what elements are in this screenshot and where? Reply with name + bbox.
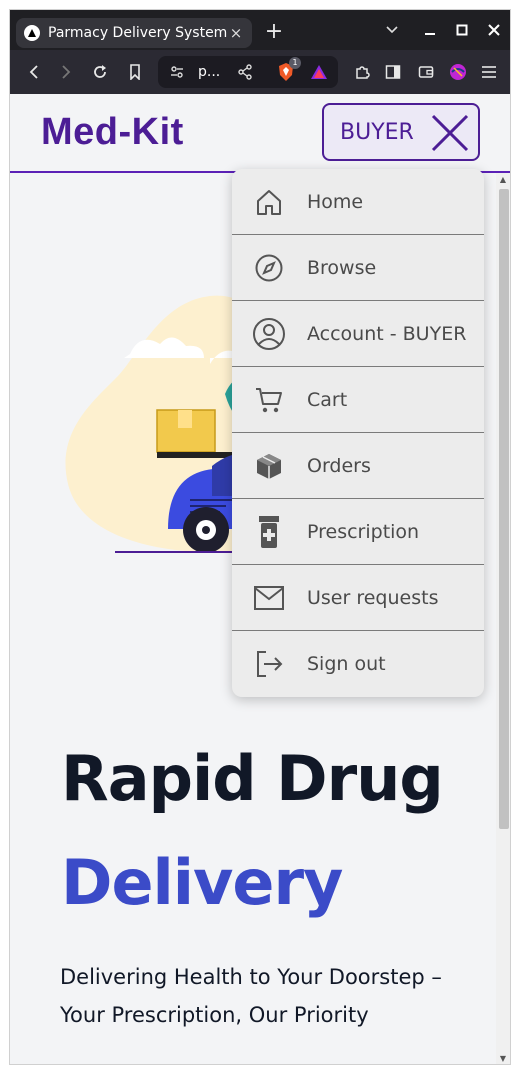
- nav-dropdown-menu: Home Browse Account - BUYER Cart Orders …: [232, 169, 484, 697]
- menu-item-prescription[interactable]: Prescription: [232, 499, 484, 565]
- package-icon: [252, 449, 286, 483]
- scroll-thumb[interactable]: [499, 189, 509, 829]
- menu-item-orders[interactable]: Orders: [232, 433, 484, 499]
- wallet-icon[interactable]: [415, 61, 437, 83]
- scroll-down-arrow-icon[interactable]: ▼: [499, 1054, 507, 1063]
- url-text: p...: [198, 64, 221, 80]
- hamburger-menu-icon[interactable]: [478, 61, 500, 83]
- role-menu-button[interactable]: BUYER: [322, 103, 480, 161]
- close-window-icon[interactable]: [484, 20, 504, 40]
- browser-toolbar: p... 1: [10, 50, 510, 94]
- tab-bar: Parmacy Delivery System × +: [10, 10, 510, 50]
- share-icon[interactable]: [234, 61, 256, 83]
- menu-label-home: Home: [307, 190, 364, 213]
- menu-label-orders: Orders: [307, 454, 371, 477]
- hero-title-line1: Rapid Drug: [61, 742, 444, 815]
- brave-shields-icon[interactable]: 1: [275, 57, 301, 83]
- menu-item-sign-out[interactable]: Sign out: [232, 631, 484, 697]
- close-menu-icon[interactable]: [430, 113, 470, 153]
- page-scrollbar[interactable]: ▲ ▼: [496, 173, 510, 1064]
- reload-icon[interactable]: [89, 61, 111, 83]
- url-bar[interactable]: p... 1: [158, 56, 338, 88]
- scroll-up-arrow-icon[interactable]: ▲: [499, 175, 507, 184]
- site-settings-icon[interactable]: [166, 61, 188, 83]
- account-circle-icon: [252, 317, 286, 351]
- home-icon: [252, 185, 286, 219]
- menu-item-user-requests[interactable]: User requests: [232, 565, 484, 631]
- menu-label-prescription: Prescription: [307, 520, 420, 543]
- browser-tab[interactable]: Parmacy Delivery System ×: [16, 18, 252, 48]
- role-label: BUYER: [340, 119, 414, 145]
- cart-icon: [252, 383, 286, 417]
- menu-item-browse[interactable]: Browse: [232, 235, 484, 301]
- tab-title: Parmacy Delivery System: [48, 25, 228, 41]
- menu-label-sign-out: Sign out: [307, 653, 386, 675]
- menu-item-home[interactable]: Home: [232, 169, 484, 235]
- profile-avatar-icon[interactable]: [447, 61, 469, 83]
- sign-out-icon: [252, 647, 286, 681]
- medicine-bottle-icon: [252, 515, 286, 549]
- brave-triangle-icon: [24, 25, 40, 41]
- tab-close-icon[interactable]: ×: [228, 24, 244, 42]
- tab-list-chevron-icon[interactable]: [382, 20, 402, 40]
- menu-item-cart[interactable]: Cart: [232, 367, 484, 433]
- menu-label-user-requests: User requests: [307, 586, 439, 609]
- compass-icon: [252, 251, 286, 285]
- hero-title-line2: Delivery: [61, 846, 343, 919]
- brave-rewards-icon[interactable]: [308, 61, 330, 83]
- hero-subtitle: Delivering Health to Your Doorstep – You…: [60, 965, 442, 1027]
- maximize-icon[interactable]: [452, 20, 472, 40]
- menu-label-cart: Cart: [307, 388, 348, 411]
- site-logo[interactable]: Med-Kit: [41, 111, 184, 154]
- bookmark-icon[interactable]: [124, 61, 146, 83]
- browser-window: Parmacy Delivery System × + p... 1 Med-K…: [9, 9, 511, 1065]
- mail-icon: [252, 581, 286, 615]
- extensions-icon[interactable]: [351, 61, 373, 83]
- page-viewport: Med-Kit BUYER Rapid Drug Delivery Delive…: [10, 94, 510, 1064]
- new-tab-button[interactable]: +: [263, 21, 285, 43]
- menu-label-account: Account - BUYER: [307, 322, 467, 345]
- sidebar-icon[interactable]: [382, 61, 404, 83]
- menu-label-browse: Browse: [307, 256, 377, 279]
- forward-icon[interactable]: [55, 61, 77, 83]
- shields-badge: 1: [289, 57, 301, 69]
- menu-item-account[interactable]: Account - BUYER: [232, 301, 484, 367]
- site-header: Med-Kit BUYER: [10, 94, 510, 173]
- minimize-icon[interactable]: [420, 20, 440, 40]
- back-icon[interactable]: [23, 61, 45, 83]
